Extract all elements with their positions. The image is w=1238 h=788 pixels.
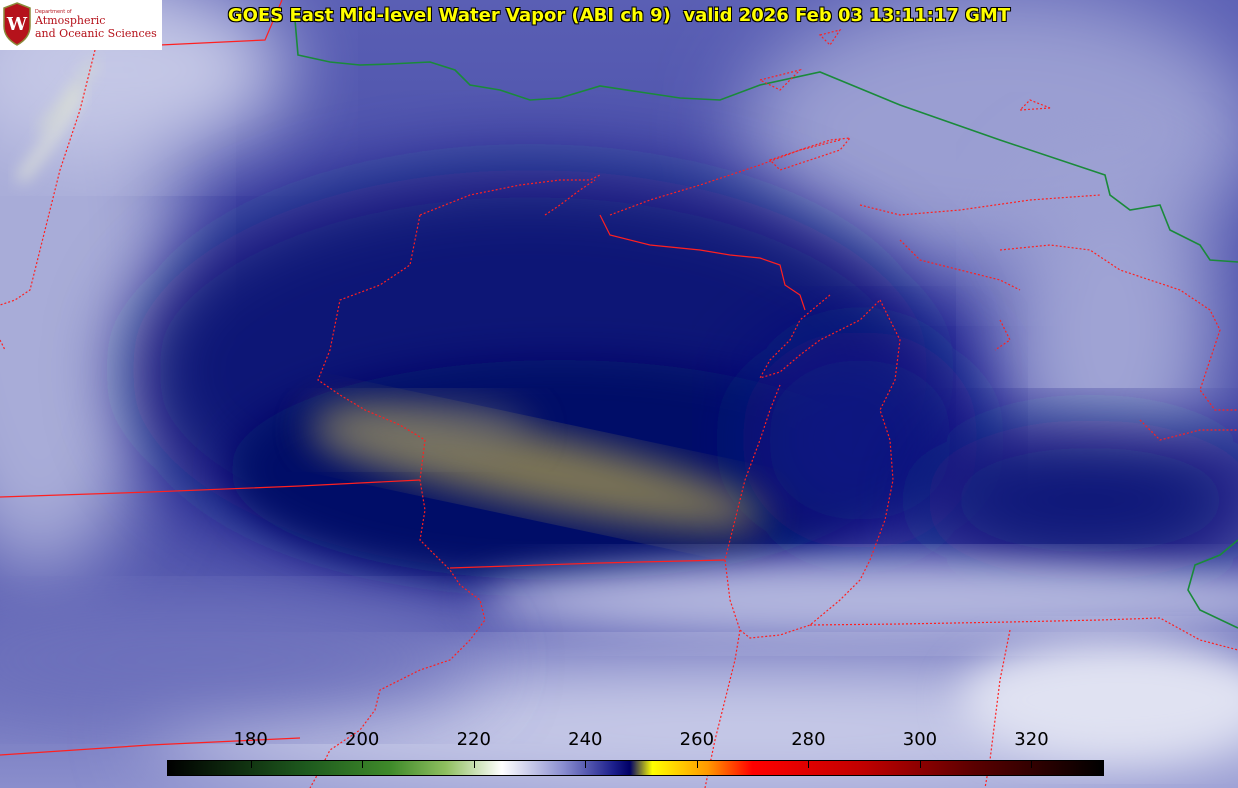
map-title: GOES East Mid-level Water Vapor (ABI ch … [227,5,1011,26]
water-vapor-imagery [0,0,1238,788]
logo-line-2: and Oceanic Sciences [35,27,157,40]
satellite-map: W Department of Atmospheric and Oceanic … [0,0,1238,788]
